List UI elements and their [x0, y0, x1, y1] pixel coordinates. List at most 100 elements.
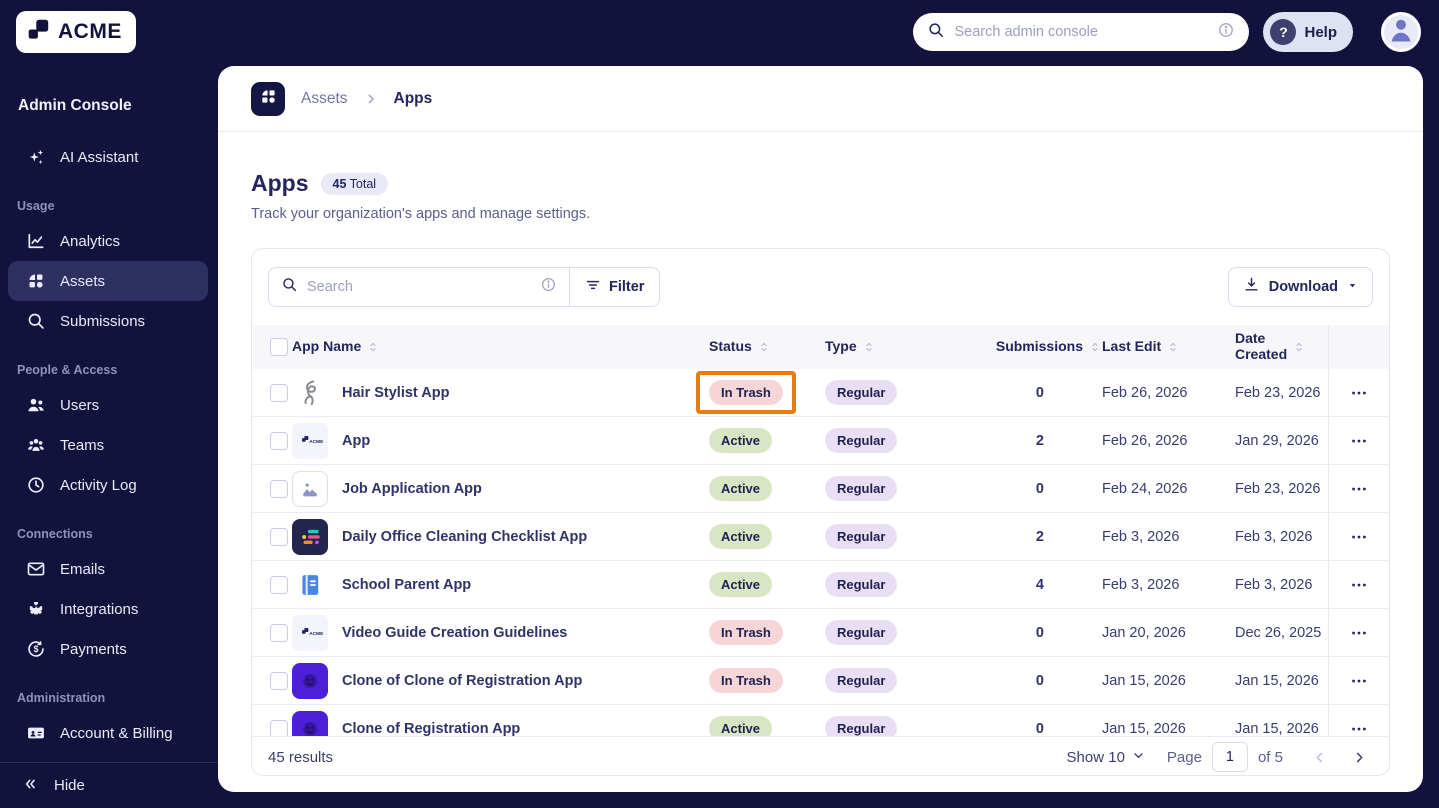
status-badge: Active	[709, 572, 773, 597]
column-status[interactable]: Status	[709, 338, 825, 355]
page-subtitle: Track your organization's apps and manag…	[251, 206, 591, 222]
info-icon[interactable]	[1217, 21, 1235, 44]
checklist-app-icon	[292, 518, 328, 555]
sort-icon[interactable]	[366, 340, 380, 354]
status-badge: In Trash	[709, 668, 783, 693]
row-checkbox[interactable]	[270, 671, 288, 690]
sidebar-item-label: Account & Billing	[60, 724, 173, 742]
search-icon	[927, 21, 945, 44]
acme-logo: ACME	[16, 11, 136, 53]
table-row: ACME App Active Regular 2 Feb 26, 2026 J…	[252, 417, 1389, 465]
app-name-link[interactable]: Clone of Registration App	[342, 721, 520, 737]
sort-icon[interactable]	[862, 340, 876, 354]
row-actions-button[interactable]	[1349, 623, 1369, 643]
row-checkbox[interactable]	[270, 383, 288, 402]
search-icon	[281, 276, 298, 298]
sidebar-item-integrations[interactable]: Integrations	[8, 589, 208, 629]
app-name-link[interactable]: Video Guide Creation Guidelines	[342, 625, 567, 641]
row-actions-button[interactable]	[1349, 431, 1369, 451]
table-row: Job Application App Active Regular 0 Feb…	[252, 465, 1389, 513]
sparkles-icon	[26, 147, 46, 167]
row-actions-button[interactable]	[1349, 527, 1369, 547]
app-name-link[interactable]: Job Application App	[342, 481, 482, 497]
download-button[interactable]: Download	[1227, 267, 1373, 307]
row-actions-button[interactable]	[1349, 671, 1369, 691]
filter-button[interactable]: Filter	[569, 268, 659, 306]
row-checkbox[interactable]	[270, 479, 288, 498]
sidebar: Admin Console AI Assistant Usage Analytic…	[0, 64, 218, 808]
payments-icon: $	[26, 639, 46, 659]
total-count-badge: 45 Total	[320, 172, 389, 195]
sidebar-section-label: Administration	[17, 691, 106, 705]
page-size-select[interactable]: Show 10	[1067, 749, 1145, 766]
help-button[interactable]: ? Help	[1263, 12, 1353, 52]
status-badge: Active	[709, 524, 773, 549]
table-row: ACME Video Guide Creation Guidelines In …	[252, 609, 1389, 657]
sort-icon[interactable]	[1292, 340, 1306, 354]
app-name-link[interactable]: Clone of Clone of Registration App	[342, 673, 582, 689]
sort-icon[interactable]	[1166, 340, 1180, 354]
submissions-count: 0	[1035, 480, 1044, 497]
sidebar-item-activity-log[interactable]: Activity Log	[8, 465, 208, 505]
user-avatar[interactable]	[1381, 12, 1421, 52]
sidebar-item-ai-assistant[interactable]: AI Assistant	[8, 137, 208, 177]
sidebar-section-label: Usage	[17, 199, 55, 213]
column-date-created[interactable]: Date Created	[1235, 330, 1328, 362]
app-name-link[interactable]: School Parent App	[342, 577, 471, 593]
select-all-checkbox[interactable]	[270, 338, 288, 356]
sidebar-item-submissions[interactable]: Submissions	[8, 301, 208, 341]
table-search-input[interactable]	[307, 279, 531, 295]
column-submissions[interactable]: Submissions	[941, 338, 1102, 355]
row-checkbox[interactable]	[270, 623, 288, 642]
column-type[interactable]: Type	[825, 338, 941, 355]
row-actions-button[interactable]	[1349, 575, 1369, 595]
sidebar-item-users[interactable]: Users	[8, 385, 208, 425]
column-app-name[interactable]: App Name	[292, 338, 709, 355]
sort-icon[interactable]	[1088, 340, 1102, 354]
table-row: Clone of Registration App Active Regular…	[252, 705, 1389, 736]
svg-text:ACME: ACME	[309, 438, 323, 444]
next-page-button[interactable]	[1345, 743, 1373, 771]
sidebar-item-analytics[interactable]: Analytics	[8, 221, 208, 261]
column-last-edit[interactable]: Last Edit	[1102, 338, 1235, 355]
info-icon[interactable]	[540, 276, 557, 298]
app-name-link[interactable]: App	[342, 433, 370, 449]
svg-text:ACME: ACME	[309, 630, 323, 636]
sidebar-item-payments[interactable]: $ Payments	[8, 629, 208, 669]
page-total-label: of 5	[1257, 748, 1283, 766]
sidebar-item-emails[interactable]: Emails	[8, 549, 208, 589]
app-name-link[interactable]: Hair Stylist App	[342, 385, 449, 401]
row-checkbox[interactable]	[270, 719, 288, 736]
row-actions-button[interactable]	[1349, 383, 1369, 403]
sort-icon[interactable]	[757, 340, 771, 354]
acme-logo-text: ACME	[58, 20, 122, 43]
row-checkbox[interactable]	[270, 575, 288, 594]
previous-page-button[interactable]	[1305, 743, 1333, 771]
hide-sidebar-button[interactable]: Hide	[0, 762, 218, 808]
results-count: 45 results	[268, 748, 334, 766]
app-name-link[interactable]: Daily Office Cleaning Checklist App	[342, 529, 587, 545]
row-checkbox[interactable]	[270, 431, 288, 450]
row-actions-button[interactable]	[1349, 479, 1369, 499]
table-footer: 45 results Show 10 Page of 5	[252, 736, 1389, 775]
table-search-bar	[269, 268, 569, 306]
table-row: School Parent App Active Regular 4 Feb 3…	[252, 561, 1389, 609]
breadcrumb-assets-link[interactable]: Assets	[301, 90, 348, 108]
acme-app-icon: ACME	[292, 422, 328, 459]
last-edit-date: Feb 3, 2026	[1102, 576, 1180, 593]
status-badge: Active	[709, 716, 773, 736]
robot-app-icon	[292, 710, 328, 736]
type-badge: Regular	[825, 476, 898, 501]
admin-search-input[interactable]	[954, 24, 1209, 40]
type-badge: Regular	[825, 668, 898, 693]
collapse-icon	[22, 776, 38, 796]
sidebar-item-assets[interactable]: Assets	[8, 261, 208, 301]
sidebar-item-teams[interactable]: Teams	[8, 425, 208, 465]
row-actions-button[interactable]	[1349, 719, 1369, 737]
acme-logo-icon	[26, 17, 52, 48]
submissions-count: 0	[1035, 384, 1044, 401]
row-checkbox[interactable]	[270, 527, 288, 546]
breadcrumb-current: Apps	[393, 89, 433, 107]
sidebar-item-account-billing[interactable]: Account & Billing	[8, 713, 208, 753]
page-number-input[interactable]	[1211, 742, 1248, 772]
